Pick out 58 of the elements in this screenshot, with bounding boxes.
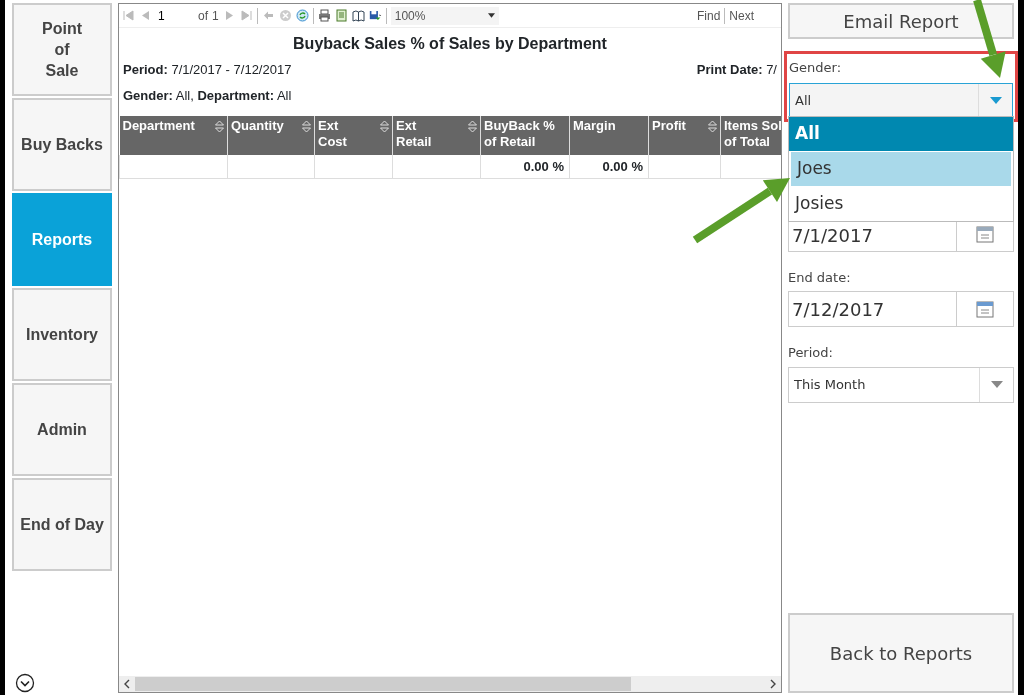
field-label: Gender: (789, 59, 843, 77)
end-date-field[interactable]: 7/12/2017 (788, 291, 1014, 327)
next-link[interactable]: Next (729, 6, 754, 25)
find-link[interactable]: Find (696, 6, 721, 25)
print-date: Print Date: 7/ (696, 61, 777, 79)
report-filters: Gender: All, Department: All (123, 86, 292, 105)
page-of-label: of (198, 7, 208, 25)
book-icon[interactable] (351, 9, 365, 22)
sort-icon[interactable] (468, 121, 477, 132)
caret-icon (990, 381, 1003, 388)
sort-icon[interactable] (302, 121, 311, 132)
table-cell: 0.00 % (569, 155, 649, 178)
stop-icon[interactable] (278, 9, 292, 22)
caret-icon (989, 97, 1002, 104)
nav-button[interactable]: End of Day (12, 478, 112, 571)
dropdown-option[interactable]: Joes (791, 152, 1011, 186)
sort-icon[interactable] (380, 121, 389, 132)
chevron-down-icon[interactable] (15, 673, 35, 693)
scroll-thumb[interactable] (135, 677, 631, 691)
page-count: 1 (212, 7, 219, 25)
last-page-icon[interactable] (239, 9, 253, 22)
column-header[interactable]: Margin (569, 116, 649, 155)
email-report-button[interactable]: Email Report (788, 3, 1014, 39)
scroll-left-icon[interactable] (123, 679, 131, 689)
gender-dropdown[interactable]: All (789, 82, 1013, 119)
nav-button[interactable]: Admin (12, 383, 112, 476)
caret-icon (487, 13, 495, 18)
column-header[interactable]: BuyBack % of Retail (480, 116, 570, 155)
zoom-dropdown[interactable]: 100% (390, 6, 499, 25)
column-header[interactable]: Ext Retail (392, 116, 481, 155)
column-header[interactable]: Ext Cost (314, 116, 393, 155)
previous-page-icon[interactable] (139, 9, 152, 22)
report-period: Period: 7/1/2017 - 7/12/2017 (123, 61, 292, 79)
column-header[interactable]: Profit (648, 116, 721, 155)
period-dropdown[interactable]: This Month (788, 366, 1014, 403)
back-to-reports-button[interactable]: Back to Reports (788, 613, 1014, 693)
horizontal-scrollbar[interactable] (119, 676, 781, 692)
nav-button[interactable]: Inventory (12, 288, 112, 381)
dropdown-option[interactable]: All (789, 117, 1013, 151)
table-cell: 0.00 % (480, 155, 570, 178)
save-export-icon[interactable] (368, 9, 382, 22)
column-header[interactable]: Items Sol of Total (720, 116, 781, 155)
sort-icon[interactable] (215, 121, 224, 132)
printer-icon[interactable] (317, 9, 331, 22)
nav-button[interactable]: Point of Sale (12, 3, 112, 96)
sort-icon[interactable] (708, 121, 717, 132)
calendar-icon[interactable] (976, 224, 994, 243)
first-page-icon[interactable] (122, 9, 135, 22)
scroll-right-icon[interactable] (769, 679, 777, 689)
calendar-icon[interactable] (976, 300, 994, 318)
column-header[interactable]: Department (119, 116, 228, 155)
column-header[interactable]: Quantity (227, 116, 315, 155)
report-title: Buyback Sales % of Sales by Department (292, 34, 608, 54)
back-arrow-icon[interactable] (261, 9, 275, 22)
nav-button[interactable]: Buy Backs (12, 98, 112, 191)
refresh-icon[interactable] (295, 9, 309, 22)
field-label: End date: (788, 268, 852, 287)
field-label: Period: (788, 344, 834, 362)
